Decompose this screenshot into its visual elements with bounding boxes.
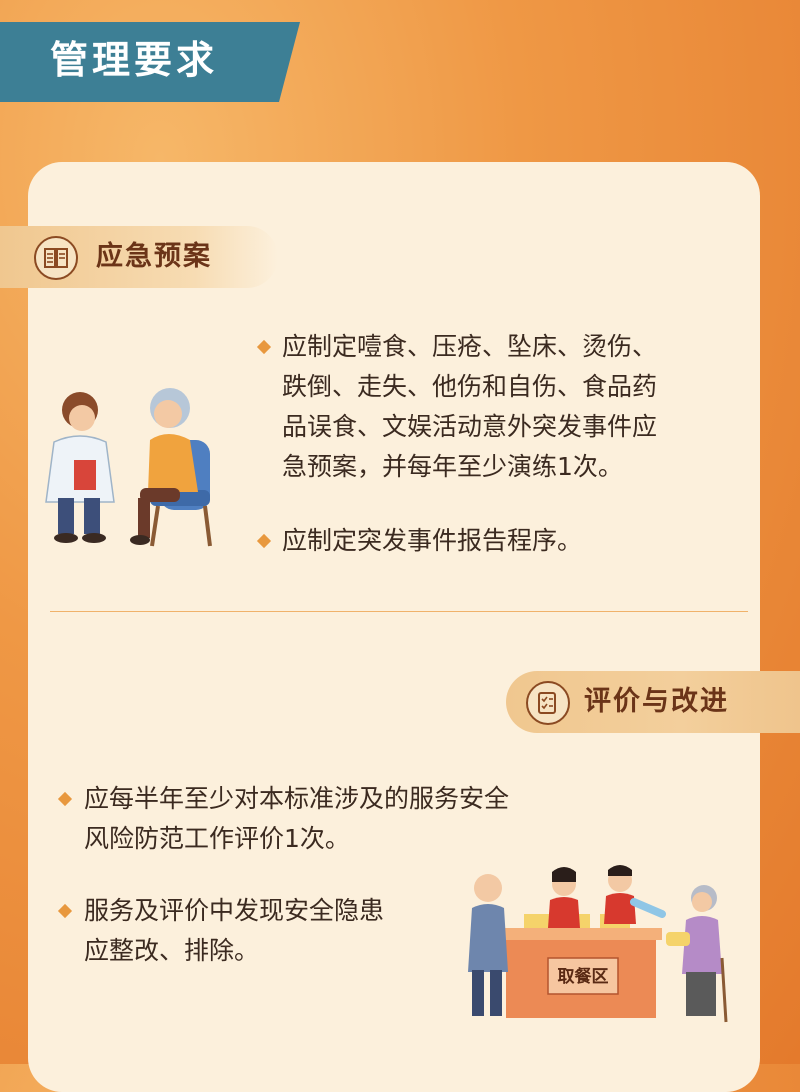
bullet-text-1: 应制定噎食、压疮、坠床、烫伤、 跌倒、走失、他伤和自伤、食品药 品误食、文娱活动…	[282, 327, 657, 487]
document-icon	[34, 236, 78, 280]
bullet-line: 跌倒、走失、他伤和自伤、食品药	[282, 372, 658, 401]
bullet-line: 应每半年至少对本标准涉及的服务安全	[84, 784, 510, 813]
meal-counter-illustration	[468, 865, 728, 1023]
bullet-line: 服务及评价中发现安全隐患	[84, 896, 385, 925]
bullet-text-4: 服务及评价中发现安全隐患 应整改、排除。	[84, 891, 384, 971]
bullet-line: 应制定突发事件报告程序。	[282, 526, 583, 555]
bullet-line: 应制定噎食、压疮、坠床、烫伤、	[282, 332, 658, 361]
page-title: 管理要求	[50, 38, 219, 82]
bullet-line: 急预案，并每年至少演练1次。	[282, 452, 623, 481]
section-divider	[50, 611, 748, 612]
caregiver-illustration	[45, 388, 212, 547]
meal-counter-sign: 取餐区	[557, 967, 609, 987]
bullet-line: 应整改、排除。	[84, 936, 260, 965]
bullet-line: 风险防范工作评价1次。	[84, 824, 350, 853]
bullet-text-2: 应制定突发事件报告程序。	[282, 521, 582, 561]
bullet-line: 品误食、文娱活动意外突发事件应	[282, 412, 658, 441]
section-title-emergency: 应急预案	[96, 241, 212, 272]
section-title-evaluation: 评价与改进	[584, 686, 729, 717]
bullet-text-3: 应每半年至少对本标准涉及的服务安全 风险防范工作评价1次。	[84, 779, 509, 859]
checklist-icon	[526, 681, 570, 725]
